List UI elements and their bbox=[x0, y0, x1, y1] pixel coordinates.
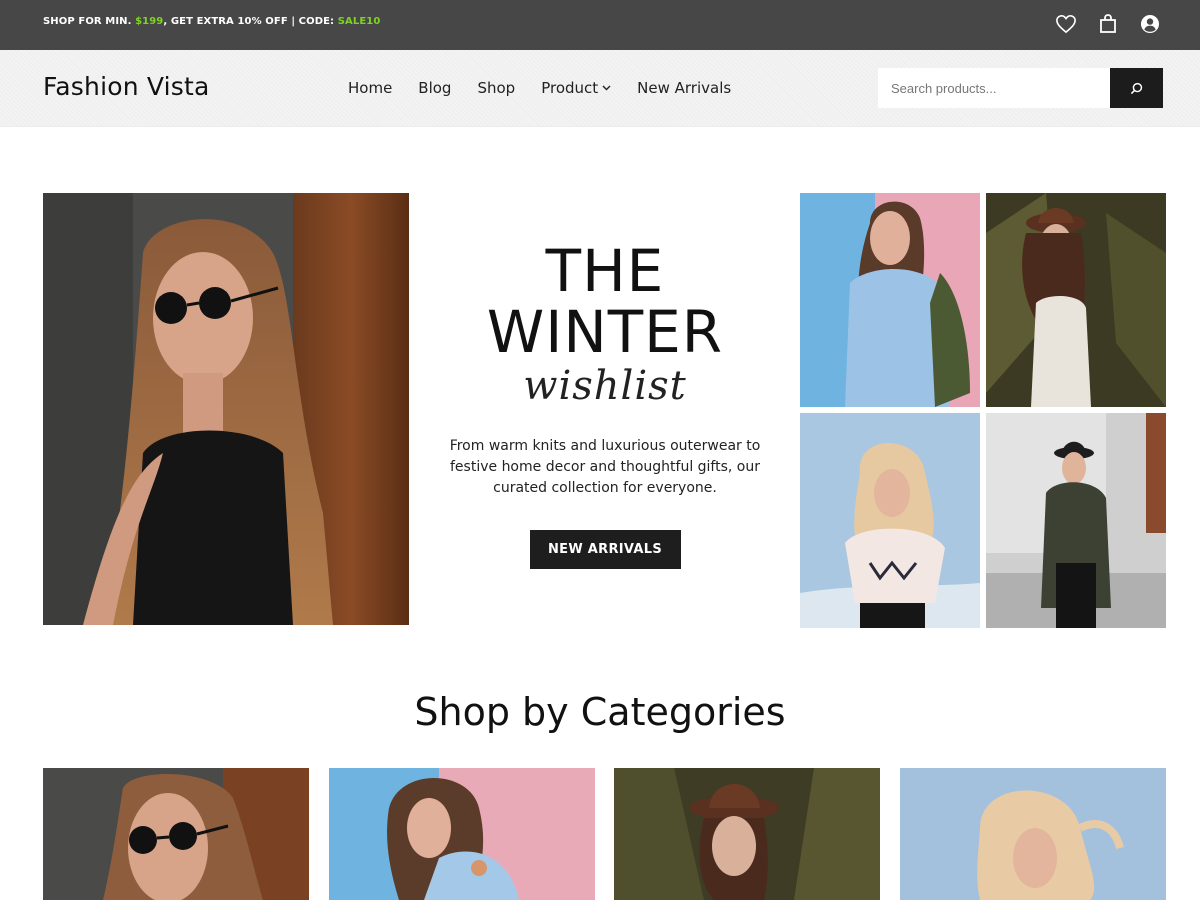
category-tile[interactable] bbox=[329, 768, 595, 900]
user-icon[interactable] bbox=[1138, 12, 1162, 36]
site-header: Fashion Vista Home Blog Shop Product New… bbox=[0, 50, 1200, 127]
category-tile[interactable] bbox=[614, 768, 880, 900]
promo-price: $199 bbox=[135, 16, 164, 27]
nav-label: Product bbox=[541, 79, 599, 97]
hero-image-woman-sunglasses bbox=[43, 193, 409, 625]
promo-text-part: SHOP FOR MIN. bbox=[43, 16, 136, 27]
hero-image-denim-jacket bbox=[800, 193, 980, 407]
hero-description: From warm knits and luxurious outerwear … bbox=[449, 438, 761, 496]
site-logo[interactable]: Fashion Vista bbox=[43, 72, 210, 101]
search-input[interactable] bbox=[878, 68, 1110, 108]
category-tile[interactable] bbox=[900, 768, 1166, 900]
hero-title-script: wishlist bbox=[523, 363, 687, 409]
hero-title-line2: WINTER bbox=[486, 298, 724, 366]
section-title-categories: Shop by Categories bbox=[414, 690, 786, 734]
search-icon bbox=[1130, 82, 1143, 95]
promo-text: SHOP FOR MIN. $199, GET EXTRA 10% OFF | … bbox=[43, 16, 380, 27]
nav-blog[interactable]: Blog bbox=[418, 79, 451, 97]
hero-image-embroidered-blouse bbox=[800, 413, 980, 628]
chevron-down-icon bbox=[602, 85, 611, 91]
nav-label: Shop bbox=[477, 79, 516, 97]
search-form bbox=[878, 68, 1163, 108]
nav-home[interactable]: Home bbox=[348, 79, 392, 97]
hero-content: THE WINTER wishlist From warm knits and … bbox=[430, 240, 780, 569]
category-tile[interactable] bbox=[43, 768, 309, 900]
new-arrivals-button[interactable]: NEW ARRIVALS bbox=[529, 530, 681, 569]
nav-shop[interactable]: Shop bbox=[477, 79, 515, 97]
nav-label: New Arrivals bbox=[637, 79, 732, 97]
shopping-bag-icon[interactable] bbox=[1096, 12, 1120, 36]
nav-label: Blog bbox=[418, 79, 452, 97]
heart-icon[interactable] bbox=[1054, 12, 1078, 36]
hero-image-hat-woman bbox=[986, 193, 1166, 407]
nav-label: Home bbox=[348, 79, 393, 97]
promo-text-part: , GET EXTRA 10% OFF | CODE: bbox=[163, 16, 338, 27]
search-button[interactable] bbox=[1110, 68, 1163, 108]
nav-product[interactable]: Product bbox=[541, 79, 611, 97]
hero-image-street-style bbox=[986, 413, 1166, 628]
promo-code: SALE10 bbox=[337, 16, 381, 27]
promo-bar: SHOP FOR MIN. $199, GET EXTRA 10% OFF | … bbox=[0, 0, 1200, 50]
top-icons bbox=[1054, 12, 1162, 36]
nav-new-arrivals[interactable]: New Arrivals bbox=[637, 79, 731, 97]
hero-title-line1: THE bbox=[545, 237, 665, 305]
main-nav: Home Blog Shop Product New Arrivals bbox=[348, 79, 731, 97]
